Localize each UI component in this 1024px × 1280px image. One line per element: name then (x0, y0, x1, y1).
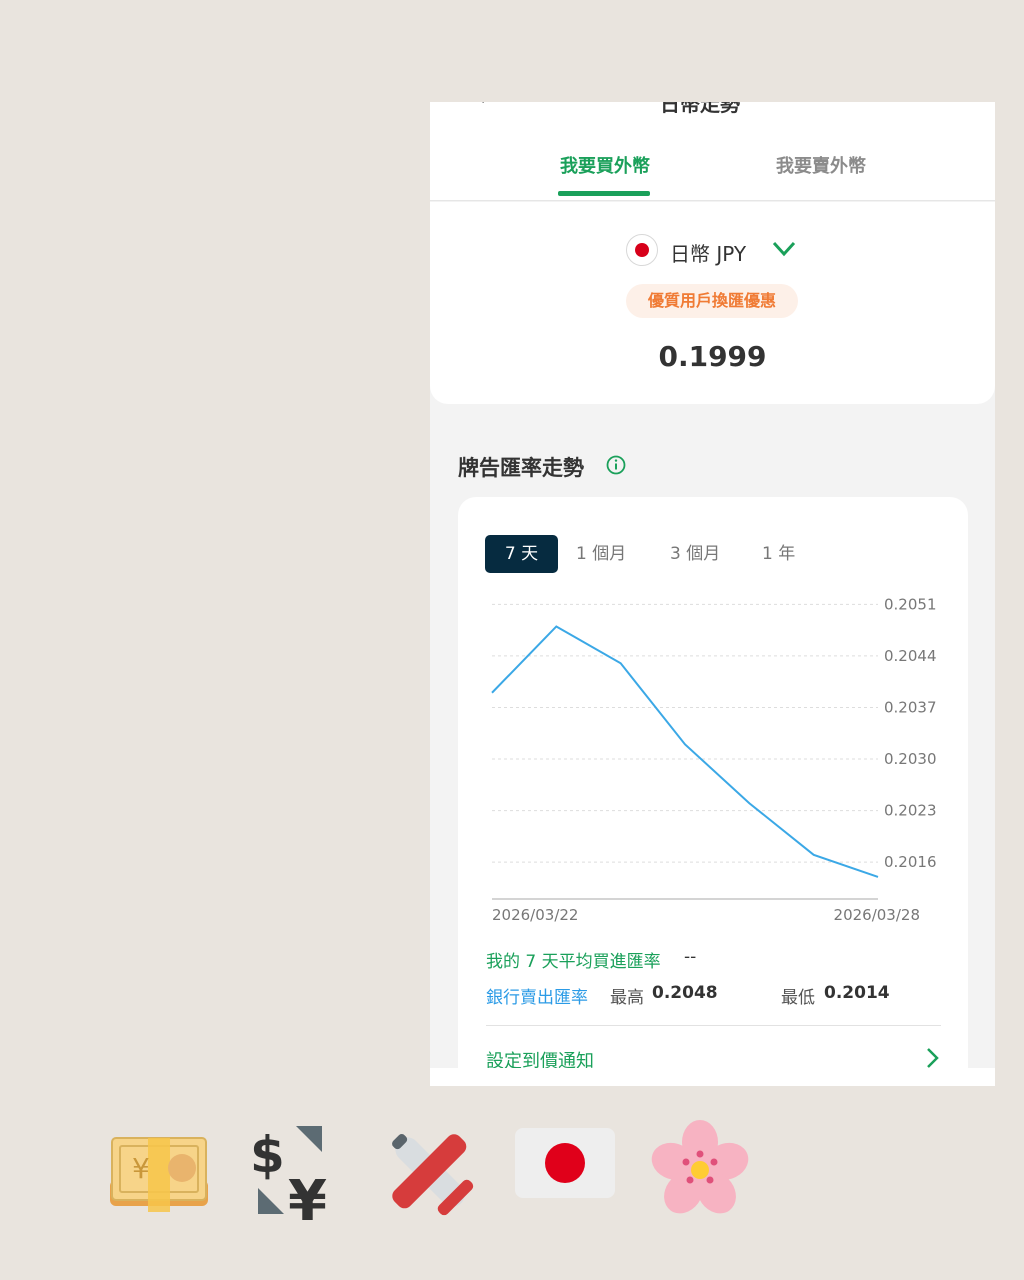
svg-text:¥: ¥ (288, 1169, 327, 1220)
high-label: 最高 (610, 988, 644, 1008)
app-screen: 日幣走勢 我要買外幣 我要賣外幣 日幣 JPY 優質用戶換匯優惠 0.1999 … (430, 102, 995, 1086)
promo-badge: 優質用戶換匯優惠 (626, 284, 798, 318)
japan-flag-icon (626, 234, 658, 266)
y-tick-label: 0.2051 (884, 595, 937, 613)
japan-flag-emoji-icon (515, 1128, 615, 1198)
divider (486, 1025, 941, 1026)
bank-sell-rate-label: 銀行賣出匯率 (486, 988, 588, 1008)
series-line (491, 625, 879, 878)
chart-card: 7 天 1 個月 3 個月 1 年 0.2051 0.2044 0.2037 0.20… (458, 497, 968, 1086)
y-tick-label: 0.2044 (884, 647, 937, 665)
top-bar: 日幣走勢 我要買外幣 我要賣外幣 (430, 102, 995, 201)
y-tick-label: 0.2030 (884, 750, 937, 768)
low-value: 0.2014 (824, 983, 890, 1003)
range-tab-1-year[interactable]: 1 年 (762, 535, 795, 573)
avg-rate-value: -- (684, 947, 697, 967)
back-arrow-icon[interactable] (470, 102, 492, 104)
page-title: 日幣走勢 (660, 102, 740, 116)
exchange-rate-value: 0.1999 (658, 340, 767, 373)
y-tick-label: 0.2016 (884, 853, 937, 871)
range-tab-3-months[interactable]: 3 個月 (670, 535, 720, 573)
high-value: 0.2048 (652, 983, 718, 1003)
svg-text:$: $ (250, 1126, 285, 1184)
x-tick-label: 2026/03/22 (492, 906, 578, 924)
avg-rate-label: 我的 7 天平均買進匯率 (486, 952, 661, 972)
svg-text:¥: ¥ (132, 1152, 150, 1185)
chevron-down-icon[interactable] (772, 240, 796, 258)
currency-selector[interactable]: 日幣 JPY (670, 238, 746, 267)
currency-card: 日幣 JPY 優質用戶換匯優惠 0.1999 (430, 202, 995, 404)
rate-trend-chart: 0.2051 0.2044 0.2037 0.2030 0.2023 0.2016 2026… (491, 595, 937, 924)
bottom-strip (430, 1068, 995, 1086)
info-icon[interactable] (606, 455, 626, 475)
range-tab-7-days[interactable]: 7 天 (485, 535, 558, 573)
tab-sell-foreign-currency[interactable]: 我要賣外幣 (776, 152, 866, 178)
yen-banknote-icon: ¥ (110, 1137, 208, 1212)
trend-section-title: 牌告匯率走勢 (458, 456, 584, 480)
range-tab-1-month[interactable]: 1 個月 (576, 535, 626, 573)
tab-buy-foreign-currency[interactable]: 我要買外幣 (560, 152, 650, 178)
cherry-blossom-icon (651, 1120, 749, 1214)
emoji-row: ¥ $ ¥ (0, 1110, 1024, 1230)
y-tick-label: 0.2023 (884, 802, 937, 820)
active-tab-indicator (558, 191, 650, 196)
low-label: 最低 (781, 988, 815, 1008)
airplane-icon (392, 1134, 474, 1216)
chevron-right-icon (927, 1048, 939, 1068)
currency-exchange-icon: $ ¥ (250, 1126, 327, 1220)
y-tick-label: 0.2037 (884, 698, 937, 716)
x-tick-label: 2026/03/28 (834, 906, 920, 924)
